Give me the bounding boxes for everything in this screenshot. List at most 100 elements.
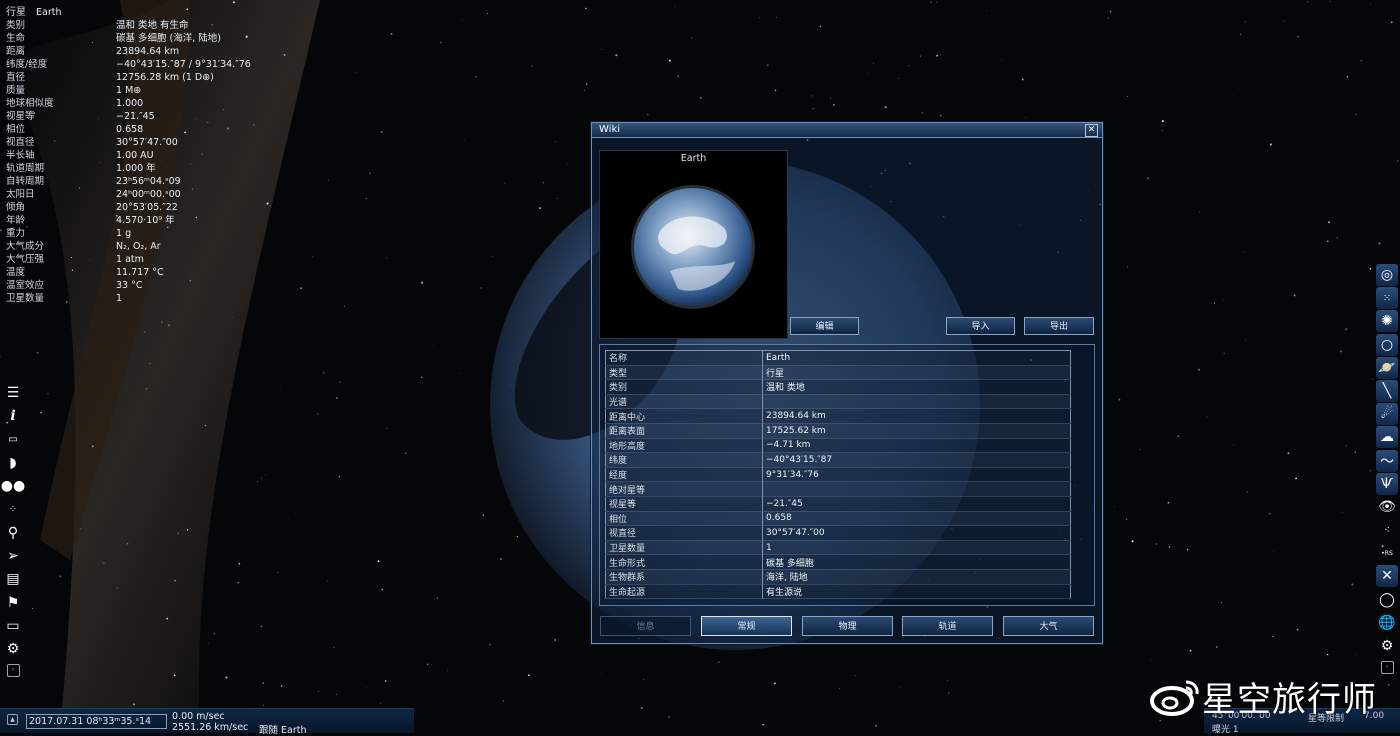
info-key: 视直径 — [6, 136, 35, 149]
small-settings-icon[interactable]: ◦ — [2, 663, 24, 677]
table-row[interactable]: 相位0.658 — [606, 511, 1071, 526]
info-value: N₂, O₂, Ar — [116, 240, 161, 253]
table-scroll-area[interactable] — [1071, 350, 1087, 598]
property-value: 17525.62 km — [763, 423, 1071, 438]
table-row[interactable]: 地形高度−4.71 km — [606, 438, 1071, 453]
script-icon[interactable]: ▤ — [2, 568, 24, 590]
sparkle-icon[interactable]: ⁖ — [1376, 519, 1398, 541]
table-row[interactable]: 视直径30°57′47.″00 — [606, 526, 1071, 541]
property-key: 距离表面 — [606, 423, 763, 438]
menu-icon[interactable]: ☰ — [2, 382, 24, 404]
property-key: 视星等 — [606, 496, 763, 511]
datetime-field[interactable]: 2017.07.31 08ʰ33ᵐ35.ˢ14 — [26, 714, 167, 729]
property-key: 生命起源 — [606, 584, 763, 599]
weibo-logo-icon — [1150, 676, 1202, 716]
info-value: 11.717 °C — [116, 266, 164, 279]
wiki-titlebar[interactable]: Wiki — [592, 123, 1102, 138]
grid-arrows-icon[interactable]: ✕ — [1376, 565, 1398, 587]
comet-icon[interactable]: ☄ — [1376, 403, 1398, 425]
info-value: 1 M⊕ — [116, 84, 141, 97]
close-icon[interactable]: ✕ — [1085, 124, 1098, 137]
follow-target: 跟随 Earth — [259, 722, 307, 736]
table-row[interactable]: 距离表面17525.62 km — [606, 423, 1071, 438]
gear-icon[interactable]: ⚙ — [1376, 635, 1398, 657]
speed-readout-secondary: 2551.26 km/sec — [172, 722, 248, 733]
table-row[interactable]: 绝对星等 — [606, 482, 1071, 497]
info-value: 0.658 — [116, 123, 143, 136]
info-value: 12756.28 km (1 D⊕) — [116, 71, 214, 84]
import-button[interactable]: 导入 — [946, 317, 1015, 335]
preview-caption: Earth — [600, 153, 787, 164]
info-key: 倾角 — [6, 201, 25, 214]
aurora-icon[interactable]: Ѱ — [1376, 473, 1398, 495]
wave-icon[interactable]: 〜 — [1376, 450, 1398, 472]
property-key: 视直径 — [606, 526, 763, 541]
table-row[interactable]: 类型行星 — [606, 365, 1071, 380]
table-row[interactable]: 距离中心23894.64 km — [606, 409, 1071, 424]
info-value: 碳基 多细胞 (海洋, 陆地) — [116, 32, 221, 45]
table-row[interactable]: 视星等−21.″45 — [606, 496, 1071, 511]
cloud-icon[interactable]: ☁ — [1376, 426, 1398, 448]
property-value: 9°31′34.″76 — [763, 467, 1071, 482]
watermark: 星空旅行师 — [1150, 676, 1377, 716]
tab-4[interactable]: 大气 — [1003, 616, 1094, 636]
tab-3[interactable]: 轨道 — [902, 616, 993, 636]
eye-icon[interactable]: 👁 — [1376, 496, 1398, 518]
info-value: 1.000 年 — [116, 162, 156, 175]
tab-2[interactable]: 物理 — [802, 616, 893, 636]
info-key: 类别 — [6, 19, 25, 32]
info-key: 半长轴 — [6, 149, 35, 162]
planet-system-icon[interactable]: ◗ — [2, 452, 24, 474]
info-value: 1 — [116, 292, 122, 305]
time-settings-icon[interactable]: ▲ — [7, 714, 18, 725]
monitor-icon[interactable]: ▭ — [2, 615, 24, 637]
table-row[interactable]: 纬度−40°43′15.″87 — [606, 453, 1071, 468]
property-value: 温和 类地 — [763, 380, 1071, 395]
gear-icon[interactable]: ⚙ — [2, 638, 24, 660]
small-settings-icon[interactable]: ◦ — [1376, 660, 1398, 674]
properties-panel: 名称Earth类型行星类别温和 类地光谱距离中心23894.64 km距离表面1… — [599, 344, 1095, 606]
spaceship-icon[interactable]: ➢ — [2, 545, 24, 567]
table-row[interactable]: 类别温和 类地 — [606, 380, 1071, 395]
table-row[interactable]: 生命起源有生源说 — [606, 584, 1071, 599]
table-row[interactable]: 经度9°31′34.″76 — [606, 467, 1071, 482]
flag-icon[interactable]: ⚑ — [2, 592, 24, 614]
stars-icon[interactable]: ⁘ — [2, 498, 24, 520]
stars-field-icon[interactable]: ⁙ — [1376, 287, 1398, 309]
table-row[interactable]: 生命形式碳基 多细胞 — [606, 555, 1071, 570]
property-value: 行星 — [763, 365, 1071, 380]
nebula-icon[interactable]: ✺ — [1376, 310, 1398, 332]
rs-labels-icon[interactable]: •RS — [1376, 542, 1398, 564]
property-value: −21.″45 — [763, 496, 1071, 511]
circle-icon[interactable]: ◯ — [1376, 589, 1398, 611]
info-value: −40°43′15.″87 / 9°31′34.″76 — [116, 58, 251, 71]
property-value — [763, 482, 1071, 497]
export-button[interactable]: 导出 — [1024, 317, 1094, 335]
property-key: 名称 — [606, 351, 763, 366]
info-value: 23ʰ56ᵐ04.ˢ09 — [116, 175, 181, 188]
ring-icon[interactable]: ○ — [1376, 334, 1398, 356]
orbit-icon[interactable]: ╲ — [1376, 380, 1398, 402]
tab-0[interactable]: 信息 — [600, 616, 691, 636]
info-key: 太阳日 — [6, 188, 35, 201]
search-icon[interactable]: ⚲ — [2, 522, 24, 544]
table-row[interactable]: 卫星数量1 — [606, 540, 1071, 555]
ruler-icon[interactable]: ▭ — [2, 429, 24, 451]
edit-button[interactable]: 编辑 — [790, 317, 859, 335]
globe-icon[interactable]: 🌐 — [1376, 612, 1398, 634]
table-row[interactable]: 光谱 — [606, 394, 1071, 409]
table-row[interactable]: 生物群系海洋, 陆地 — [606, 569, 1071, 584]
wiki-window: Wiki ✕ Earth 编辑 导入 导出 名称Earth类型行星类别温和 类地… — [591, 122, 1103, 644]
properties-table: 名称Earth类型行星类别温和 类地光谱距离中心23894.64 km距离表面1… — [605, 350, 1071, 599]
info-value: 4.570·10⁹ 年 — [116, 214, 175, 227]
property-value: 海洋, 陆地 — [763, 569, 1071, 584]
galaxy-icon[interactable]: ◎ — [1376, 264, 1398, 286]
watermark-text: 星空旅行师 — [1202, 672, 1377, 721]
planet-ring-icon[interactable]: 🪐 — [1376, 357, 1398, 379]
table-row[interactable]: 名称Earth — [606, 351, 1071, 366]
tab-1[interactable]: 常规 — [701, 616, 792, 636]
property-key: 相位 — [606, 511, 763, 526]
moons-icon[interactable]: ●● — [2, 475, 24, 497]
info-icon[interactable]: i — [2, 405, 24, 427]
property-key: 光谱 — [606, 394, 763, 409]
